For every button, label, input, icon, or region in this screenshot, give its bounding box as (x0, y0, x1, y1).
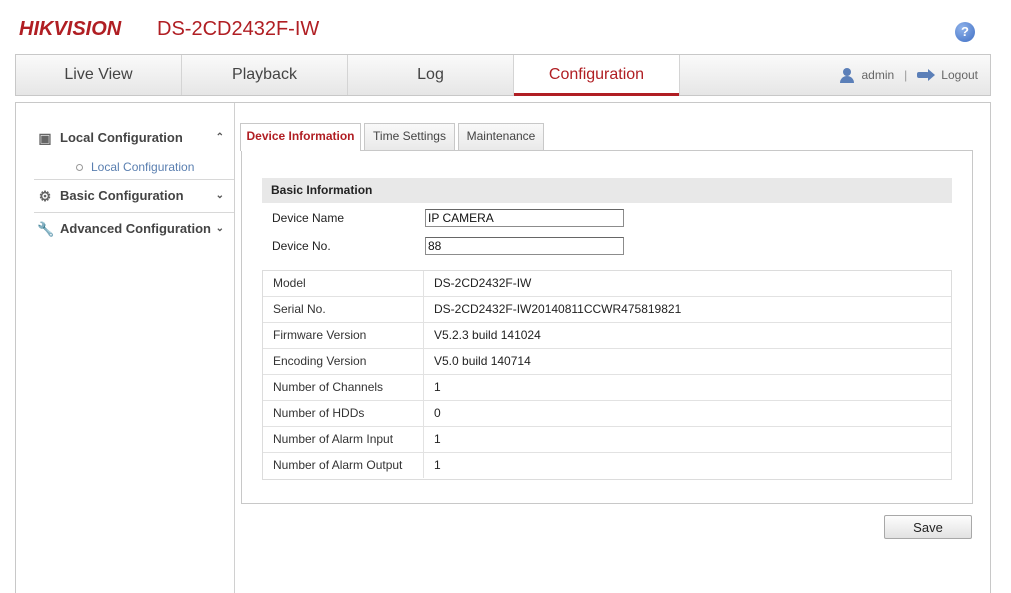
device-model-title: DS-2CD2432F-IW (157, 18, 320, 40)
tab-time-settings[interactable]: Time Settings (364, 123, 455, 150)
monitor-icon: ▣ (38, 130, 52, 146)
tab-log[interactable]: Log (348, 55, 514, 95)
help-icon[interactable]: ? (955, 22, 975, 42)
info-value: 0 (434, 406, 441, 420)
user-icon (839, 67, 855, 83)
chevron-down-icon: ⌄ (215, 223, 224, 234)
table-row: Serial No. DS-2CD2432F-IW20140811CCWR475… (263, 297, 951, 323)
sidebar-item-label: Basic Configuration (60, 188, 184, 203)
table-row: Number of Alarm Input 1 (263, 427, 951, 453)
table-row: Number of HDDs 0 (263, 401, 951, 427)
info-value: V5.2.3 build 141024 (434, 328, 541, 342)
tab-maintenance[interactable]: Maintenance (458, 123, 544, 150)
info-key: Firmware Version (263, 323, 424, 348)
info-value: V5.0 build 140714 (434, 354, 531, 368)
bullet-icon (76, 164, 83, 172)
sidebar-item-local-configuration[interactable]: ▣ Local Configuration ⌃ (34, 122, 234, 154)
tab-playback[interactable]: Playback (182, 55, 348, 95)
config-sidebar: ▣ Local Configuration ⌃ Local Configurat… (16, 103, 235, 593)
info-key: Serial No. (263, 297, 424, 322)
basic-information-header: Basic Information (262, 178, 952, 203)
main-panel: ▣ Local Configuration ⌃ Local Configurat… (15, 102, 991, 593)
info-key: Number of Alarm Output (263, 453, 424, 478)
info-key: Number of Channels (263, 375, 424, 400)
logout-icon[interactable] (917, 69, 936, 81)
table-row: Model DS-2CD2432F-IW (263, 271, 951, 297)
save-button[interactable]: Save (884, 515, 972, 539)
username-label[interactable]: admin (861, 55, 894, 95)
device-information-panel: Basic Information Device Name Device No.… (241, 150, 973, 504)
table-row: Encoding Version V5.0 build 140714 (263, 349, 951, 375)
sidebar-subitem-label: Local Configuration (91, 160, 195, 174)
chevron-down-icon: ⌄ (215, 190, 224, 201)
info-value: 1 (434, 380, 441, 394)
info-key: Number of Alarm Input (263, 427, 424, 452)
device-info-table: Model DS-2CD2432F-IW Serial No. DS-2CD24… (262, 270, 952, 480)
sidebar-item-basic-configuration[interactable]: ⚙ Basic Configuration ⌄ (34, 180, 234, 212)
main-navbar: Live View Playback Log Configuration adm… (15, 54, 991, 96)
device-no-input[interactable] (425, 237, 624, 255)
chevron-up-icon: ⌃ (215, 132, 224, 143)
device-no-label: Device No. (272, 239, 331, 253)
hikvision-logo: HIKVISION (19, 18, 122, 40)
user-area: admin | Logout (839, 55, 978, 95)
info-value: 1 (434, 432, 441, 446)
sidebar-subitem-local-configuration[interactable]: Local Configuration (76, 158, 194, 176)
sidebar-item-label: Local Configuration (60, 130, 183, 145)
info-value: DS-2CD2432F-IW20140811CCWR475819821 (434, 302, 682, 316)
table-row: Number of Channels 1 (263, 375, 951, 401)
sidebar-item-label: Advanced Configuration (60, 221, 211, 236)
wrench-icon: 🔧 (37, 221, 55, 237)
sidebar-item-advanced-configuration[interactable]: 🔧 Advanced Configuration ⌄ (34, 213, 234, 245)
gear-icon: ⚙ (38, 188, 52, 204)
info-value: 1 (434, 458, 441, 472)
info-key: Number of HDDs (263, 401, 424, 426)
logout-link[interactable]: Logout (941, 55, 978, 95)
info-key: Encoding Version (263, 349, 424, 374)
tab-device-information[interactable]: Device Information (240, 123, 361, 151)
tab-live-view[interactable]: Live View (16, 55, 182, 95)
tab-configuration[interactable]: Configuration (514, 55, 680, 96)
device-name-input[interactable] (425, 209, 624, 227)
table-row: Firmware Version V5.2.3 build 141024 (263, 323, 951, 349)
info-key: Model (263, 271, 424, 296)
table-row: Number of Alarm Output 1 (263, 453, 951, 479)
info-value: DS-2CD2432F-IW (434, 276, 532, 290)
separator: | (904, 68, 908, 82)
device-name-label: Device Name (272, 211, 345, 225)
